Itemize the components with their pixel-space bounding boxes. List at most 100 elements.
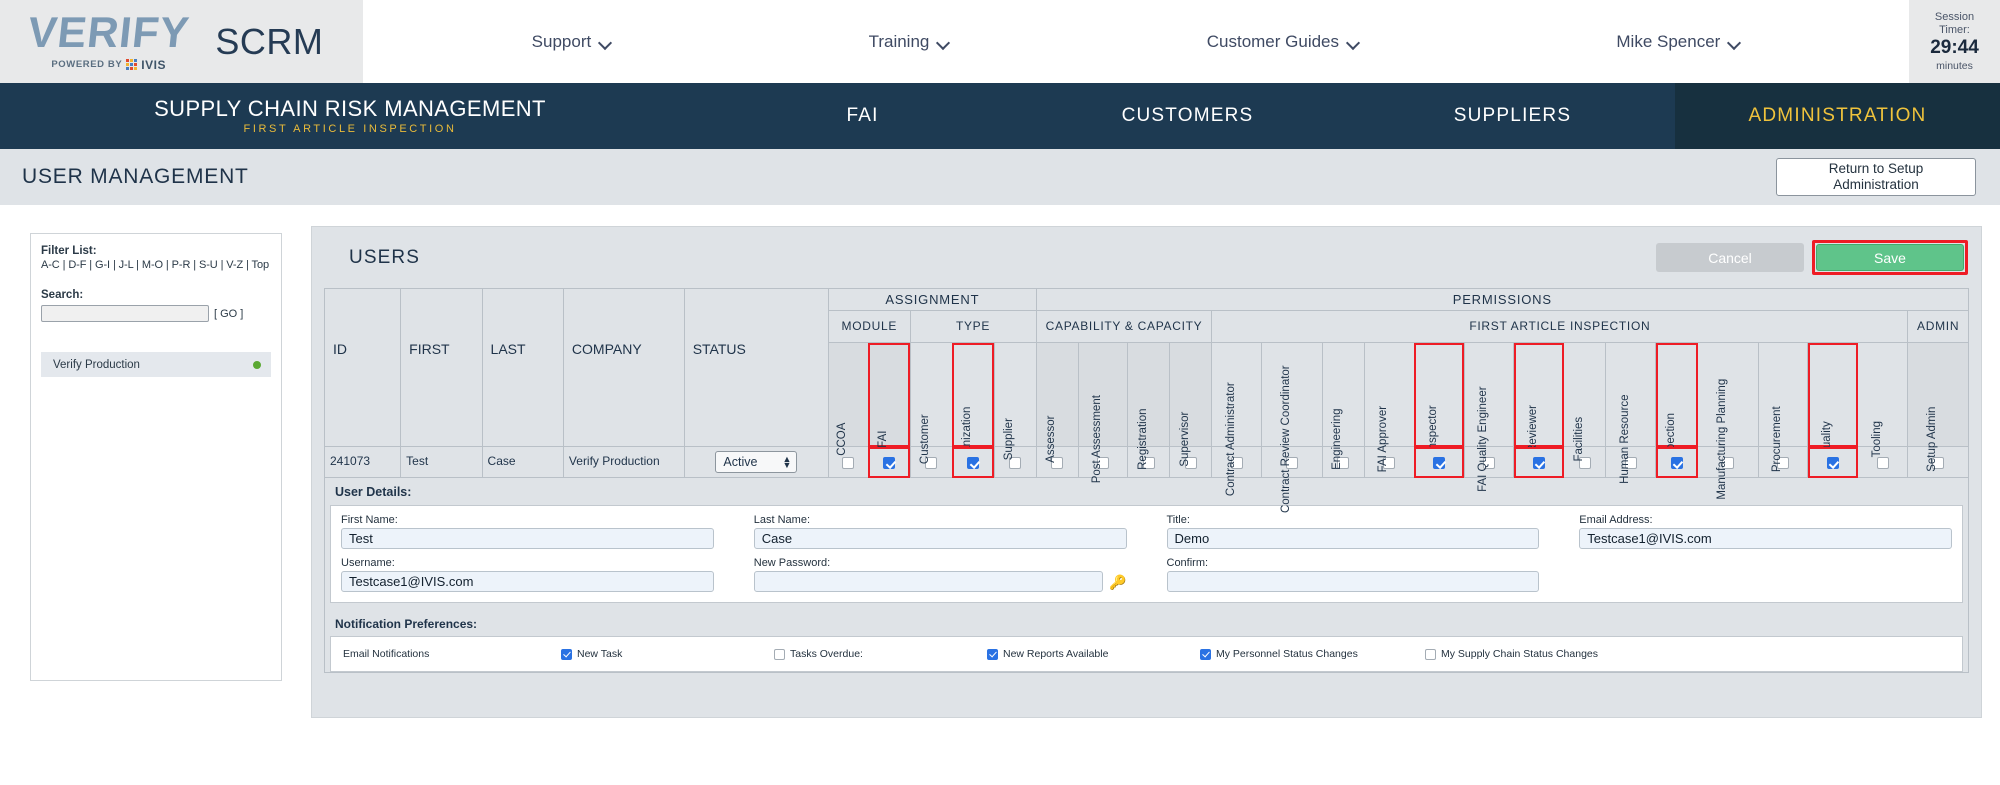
powered-by-label: POWERED BY: [51, 59, 123, 70]
last-name-field[interactable]: [753, 528, 1127, 549]
confirm-password-field[interactable]: [1166, 571, 1540, 592]
sub-header-module: MODULE: [828, 310, 911, 343]
status-select[interactable]: Active ▲ ▼: [715, 451, 798, 473]
title-field[interactable]: [1166, 528, 1540, 549]
notify-new-task[interactable]: New Task: [561, 648, 774, 660]
header-id: ID: [323, 288, 402, 447]
checkbox-ccoa[interactable]: [842, 456, 855, 469]
user-details-section: User Details: First Name: Last Name:: [324, 478, 1969, 673]
col-label: Supplier: [1002, 417, 1015, 461]
cell-quality[interactable]: [1807, 446, 1859, 478]
checkbox-organization[interactable]: [967, 456, 979, 469]
return-to-setup-administration-button[interactable]: Return to Setup Administration: [1776, 158, 1976, 196]
search-go-button[interactable]: [ GO ]: [214, 308, 243, 320]
return-button-line2: Administration: [1833, 177, 1919, 192]
checkbox-new-reports-available[interactable]: [987, 648, 998, 660]
col-label: Supervisor: [1178, 411, 1191, 467]
col-label: Customer: [918, 414, 931, 464]
checkbox-my-personnel-status-changes[interactable]: [1200, 648, 1211, 660]
verify-logo: VERIFY POWERED BY IVIS: [26, 9, 192, 72]
checkbox-my-supply-chain-status-changes[interactable]: [1425, 648, 1436, 660]
checkbox-fai[interactable]: [883, 456, 895, 469]
alpha-filter-links[interactable]: A-C | D-F | G-I | J-L | M-O | P-R | S-U …: [41, 259, 271, 271]
checkbox-tasks-overdue[interactable]: [774, 648, 785, 660]
cell-customer[interactable]: [909, 446, 953, 478]
checkbox-tooling[interactable]: [1876, 456, 1889, 469]
checkbox-fai-inspector[interactable]: [1433, 456, 1446, 469]
notify-new-reports-available[interactable]: New Reports Available: [987, 648, 1200, 660]
cell-assessor[interactable]: [1035, 446, 1079, 478]
search-input[interactable]: [41, 305, 209, 322]
checkbox-quality[interactable]: [1826, 456, 1839, 469]
notification-preferences-title: Notification Preferences:: [335, 617, 478, 631]
checkbox-new-task[interactable]: [561, 648, 572, 660]
cell-contract-review-coordinator[interactable]: [1261, 446, 1323, 478]
notify-tasks-overdue[interactable]: Tasks Overdue:: [774, 648, 987, 660]
topnav-item-training[interactable]: Training: [869, 32, 950, 52]
sidebar-item-verify-production[interactable]: Verify Production: [41, 352, 271, 377]
col-header-fai-reviewer: FAI Reviewer: [1513, 342, 1565, 473]
cell-procurement[interactable]: [1757, 446, 1809, 478]
field-new-password: New Password: 🔑: [753, 557, 1167, 592]
cell-inspection[interactable]: [1655, 446, 1699, 478]
sidebar-wrapper: Filter List: A-C | D-F | G-I | J-L | M-O…: [0, 205, 311, 734]
username-field[interactable]: [341, 571, 714, 592]
col-label: CCOA: [836, 422, 849, 456]
col-header-supervisor: Supervisor: [1169, 342, 1213, 466]
cell-fai[interactable]: [867, 446, 911, 478]
notify-label: New Reports Available: [1003, 648, 1109, 660]
col-label: Manufacturing Planning: [1715, 378, 1728, 500]
col-label: Procurement: [1770, 406, 1783, 472]
key-icon[interactable]: 🔑: [1109, 575, 1126, 592]
tab-customers[interactable]: CUSTOMERS: [1025, 83, 1350, 149]
powered-by-ivis: POWERED BY IVIS: [51, 58, 166, 72]
cell-fai-inspector[interactable]: [1413, 446, 1465, 478]
filter-list-label: Filter List:: [41, 245, 97, 257]
topnav-item-support[interactable]: Support: [532, 32, 612, 52]
col-label: Tooling: [1870, 420, 1883, 458]
cell-ccoa[interactable]: [828, 446, 869, 478]
topnav-item-user-menu[interactable]: Mike Spencer: [1616, 32, 1740, 52]
cell-id: 241073: [323, 446, 402, 478]
cell-setup-admin[interactable]: [1907, 446, 1969, 478]
ivis-squares-icon: [126, 59, 138, 70]
sub-header-first-article-inspection: FIRST ARTICLE INSPECTION: [1211, 310, 1909, 343]
cell-fai-approver[interactable]: [1363, 446, 1415, 478]
cell-post-assessment[interactable]: [1077, 446, 1129, 478]
email-field[interactable]: [1579, 528, 1952, 549]
field-label: Confirm:: [1166, 557, 1209, 569]
header-company: COMPANY: [562, 288, 685, 447]
tab-fai[interactable]: FAI: [700, 83, 1025, 149]
cancel-button[interactable]: Cancel: [1656, 243, 1804, 272]
notify-label: My Supply Chain Status Changes: [1441, 648, 1599, 660]
topnav-item-customer-guides[interactable]: Customer Guides: [1207, 32, 1359, 52]
notify-label: My Personnel Status Changes: [1216, 648, 1358, 660]
tab-administration[interactable]: ADMINISTRATION: [1675, 83, 2000, 149]
notify-my-supply-chain-status-changes[interactable]: My Supply Chain Status Changes: [1425, 648, 1650, 660]
new-password-field[interactable]: [753, 571, 1104, 592]
col-header-assessor: Assessor: [1035, 342, 1079, 463]
users-table-wrapper: ID FIRST LAST COMPANY STATUS ASSIGNMENT …: [323, 288, 1970, 513]
cell-organization[interactable]: [951, 446, 995, 478]
sub-header-type: TYPE: [909, 310, 1037, 343]
topnav-label: Training: [868, 31, 930, 51]
field-spacer: [1579, 557, 1952, 592]
field-label: Last Name:: [753, 514, 810, 526]
sidebar-item-label: Verify Production: [53, 358, 140, 371]
tab-suppliers[interactable]: SUPPLIERS: [1350, 83, 1675, 149]
col-label: Post Assessment: [1090, 394, 1103, 484]
cell-supplier[interactable]: [993, 446, 1037, 478]
cell-engineering[interactable]: [1321, 446, 1365, 478]
cell-fai-reviewer[interactable]: [1513, 446, 1565, 478]
application-subtitle: FIRST ARTICLE INSPECTION: [243, 122, 457, 135]
search-label: Search:: [41, 289, 84, 301]
notify-my-personnel-status-changes[interactable]: My Personnel Status Changes: [1200, 648, 1425, 660]
col-label: Engineering: [1331, 408, 1344, 470]
users-panel-title: USERS: [349, 246, 420, 268]
checkbox-fai-reviewer[interactable]: [1532, 456, 1545, 469]
first-name-field[interactable]: [341, 528, 714, 549]
checkbox-inspection[interactable]: [1670, 456, 1683, 469]
col-header-fai: FAI: [867, 342, 911, 448]
save-button[interactable]: Save: [1816, 244, 1964, 271]
field-email-address: Email Address:: [1579, 514, 1952, 549]
